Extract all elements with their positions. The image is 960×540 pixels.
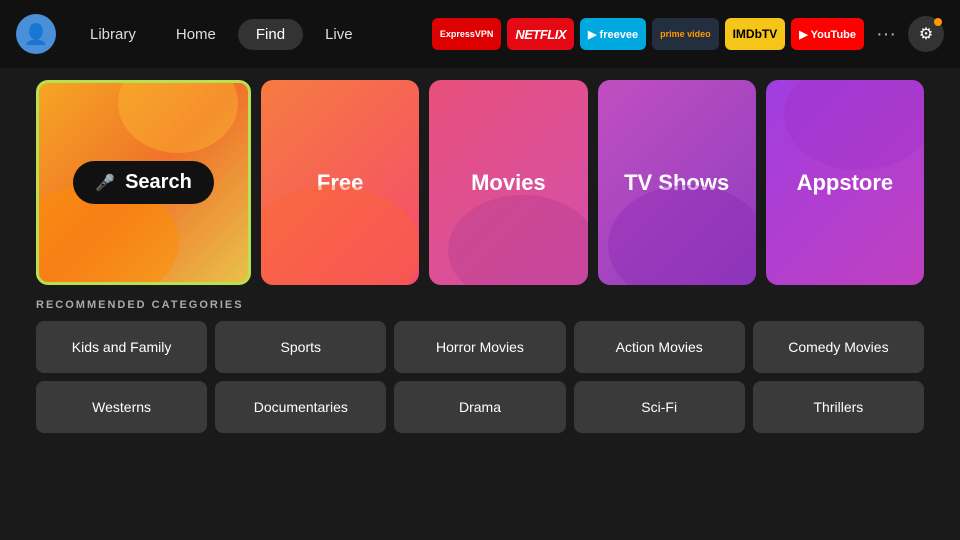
- nav-find[interactable]: Find: [238, 19, 303, 50]
- tile-free-label: Free: [317, 170, 363, 196]
- nav-home[interactable]: Home: [158, 19, 234, 50]
- microphone-icon: 🎤: [95, 173, 115, 193]
- nav-apps: ExpressVPN NETFLIX ▶ freevee prime video…: [432, 16, 944, 52]
- category-horror-movies[interactable]: Horror Movies: [394, 321, 565, 373]
- category-drama[interactable]: Drama: [394, 381, 565, 433]
- category-thrillers[interactable]: Thrillers: [753, 381, 924, 433]
- main-tiles: 🎤 Search Free Movies TV Shows Appstore: [0, 68, 960, 285]
- nav-live[interactable]: Live: [307, 19, 371, 50]
- app-youtube[interactable]: ▶ YouTube: [791, 18, 864, 50]
- app-netflix[interactable]: NETFLIX: [507, 18, 574, 50]
- top-nav: 👤 Library Home Find Live ExpressVPN NETF…: [0, 0, 960, 68]
- search-label: Search: [125, 171, 192, 194]
- category-sports[interactable]: Sports: [215, 321, 386, 373]
- tile-movies[interactable]: Movies: [429, 80, 587, 285]
- app-expressvpn[interactable]: ExpressVPN: [432, 18, 502, 50]
- category-documentaries[interactable]: Documentaries: [215, 381, 386, 433]
- category-grid: Kids and Family Sports Horror Movies Act…: [36, 321, 924, 433]
- app-prime[interactable]: prime video: [652, 18, 719, 50]
- nav-library[interactable]: Library: [72, 19, 154, 50]
- tile-appstore-label: Appstore: [797, 170, 894, 196]
- app-freevee[interactable]: ▶ freevee: [580, 18, 646, 50]
- tile-movies-label: Movies: [471, 170, 546, 196]
- category-scifi[interactable]: Sci-Fi: [574, 381, 745, 433]
- gear-icon: ⚙: [919, 24, 933, 44]
- search-pill: 🎤 Search: [73, 161, 214, 204]
- tile-tvshows-label: TV Shows: [624, 170, 729, 196]
- tile-search[interactable]: 🎤 Search: [36, 80, 251, 285]
- avatar-icon: 👤: [24, 22, 49, 47]
- settings-notification-dot: [934, 18, 942, 26]
- avatar[interactable]: 👤: [16, 14, 56, 54]
- tile-free[interactable]: Free: [261, 80, 419, 285]
- nav-links: Library Home Find Live: [72, 19, 371, 50]
- category-comedy-movies[interactable]: Comedy Movies: [753, 321, 924, 373]
- category-kids-family[interactable]: Kids and Family: [36, 321, 207, 373]
- category-action-movies[interactable]: Action Movies: [574, 321, 745, 373]
- tile-tvshows[interactable]: TV Shows: [598, 80, 756, 285]
- settings-button[interactable]: ⚙: [908, 16, 944, 52]
- app-imdb[interactable]: IMDbTV: [725, 18, 786, 50]
- more-button[interactable]: ···: [870, 23, 902, 46]
- category-westerns[interactable]: Westerns: [36, 381, 207, 433]
- categories-section: RECOMMENDED CATEGORIES Kids and Family S…: [0, 285, 960, 433]
- tile-appstore[interactable]: Appstore: [766, 80, 924, 285]
- categories-title: RECOMMENDED CATEGORIES: [36, 299, 924, 311]
